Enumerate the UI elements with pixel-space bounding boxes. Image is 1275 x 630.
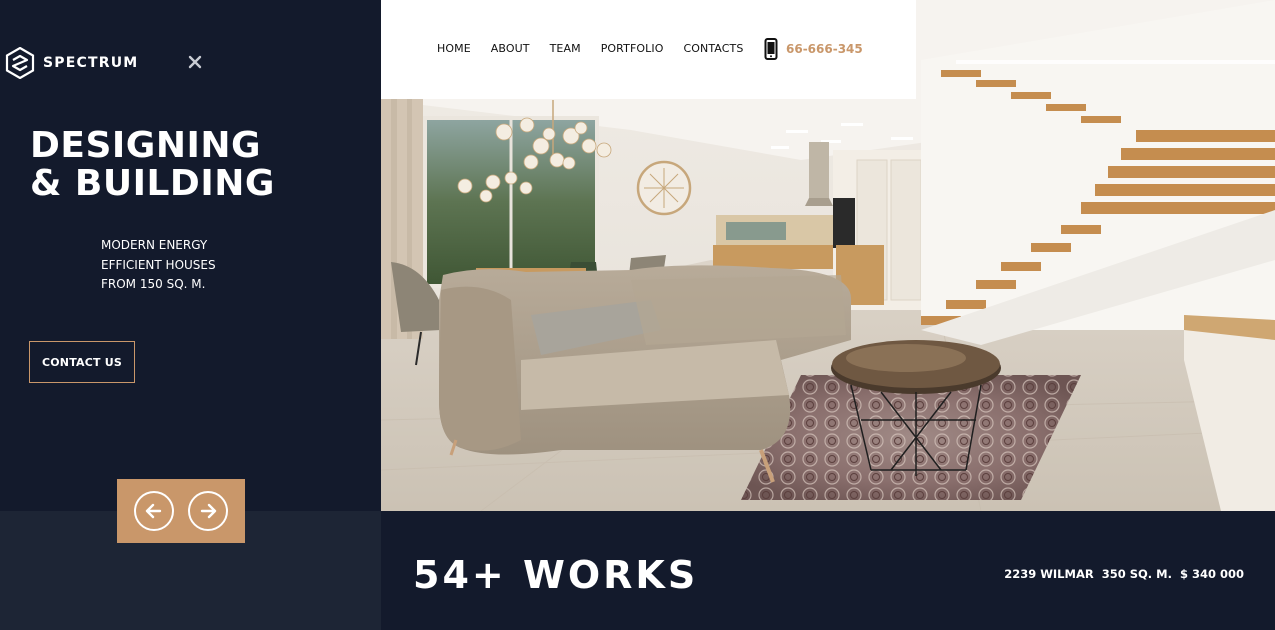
page-root: SPECTRUM DESIGNING & BUILDING MODERN ENE… [0,0,1275,630]
sidebar-panel: SPECTRUM DESIGNING & BUILDING MODERN ENE… [0,0,381,511]
phone-number[interactable]: 66-666-345 [786,42,863,56]
top-navigation: HOME ABOUT TEAM PORTFOLIO CONTACTS 66-66… [381,0,916,99]
nav-menu: HOME ABOUT TEAM PORTFOLIO CONTACTS [437,42,763,55]
hero-headline: DESIGNING & BUILDING [30,127,275,203]
subtext-line-1: MODERN ENERGY [101,238,208,252]
staircase [921,0,1275,345]
headline-line-1: DESIGNING [30,125,262,166]
nav-item-portfolio[interactable]: PORTFOLIO [601,42,664,55]
slider-navigation [117,479,245,543]
logo[interactable]: SPECTRUM [5,47,138,79]
arrow-right-icon[interactable] [188,491,228,531]
close-icon[interactable] [186,54,204,72]
nav-item-home[interactable]: HOME [437,42,471,55]
brand-name: SPECTRUM [43,55,139,71]
subtext-line-2: EFFICIENT HOUSES [101,257,216,272]
nav-item-contacts[interactable]: CONTACTS [683,42,743,55]
phone-icon [764,38,778,60]
contact-us-button[interactable]: CONTACT US [29,341,135,383]
hero-subtext: MODERN ENERGY EFFICIENT HOUSES FROM 150 … [101,236,216,295]
listing-info: 2239 WILMAR 350 SQ. M. $ 340 000 [1004,567,1244,581]
headline-line-2: & BUILDING [30,163,275,204]
phone-contact[interactable]: 66-666-345 [764,38,863,60]
works-count: 54+ WORKS [413,553,699,597]
subtext-line-3: FROM 150 SQ. M. [101,277,206,291]
nav-item-team[interactable]: TEAM [550,42,581,55]
stats-bar: 54+ WORKS 2239 WILMAR 350 SQ. M. $ 340 0… [381,511,1275,630]
nav-item-about[interactable]: ABOUT [491,42,530,55]
spectrum-logo-icon [5,47,35,79]
arrow-left-icon[interactable] [134,491,174,531]
